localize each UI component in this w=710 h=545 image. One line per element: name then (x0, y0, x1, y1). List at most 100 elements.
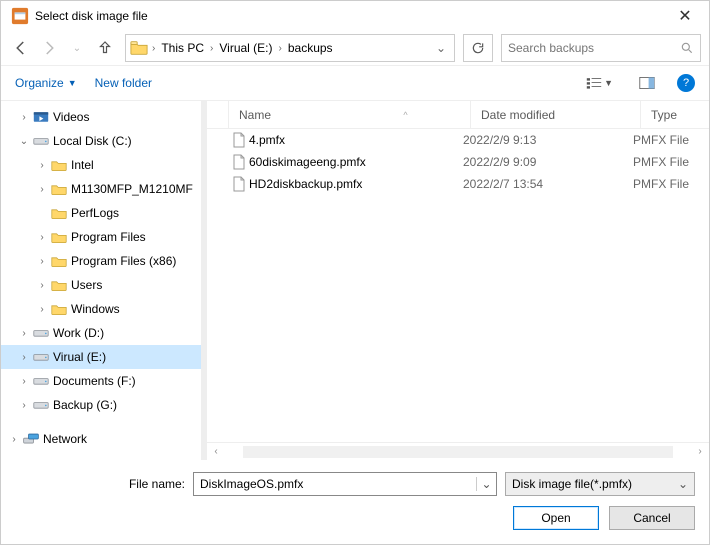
file-row[interactable]: 4.pmfx2022/2/9 9:13PMFX File (207, 129, 709, 151)
file-date: 2022/2/9 9:09 (463, 155, 633, 169)
expand-icon[interactable] (35, 160, 49, 171)
tree-item[interactable]: Network (1, 427, 201, 451)
new-folder-button[interactable]: New folder (95, 76, 152, 90)
tree-item-label: Windows (69, 302, 120, 316)
chevron-down-icon: ⌄ (678, 477, 688, 491)
splitter[interactable] (201, 101, 207, 460)
expand-icon[interactable] (17, 352, 31, 363)
select-all-checkbox[interactable] (207, 101, 229, 128)
expand-icon[interactable] (17, 136, 31, 147)
scrollbar-track[interactable] (243, 446, 673, 458)
tree-item[interactable]: Users (1, 273, 201, 297)
horizontal-scrollbar[interactable]: ‹ › (207, 442, 709, 460)
folder-icon (49, 255, 69, 267)
back-button[interactable] (9, 36, 33, 60)
refresh-button[interactable] (463, 34, 493, 62)
filename-input[interactable] (194, 477, 476, 491)
file-icon (229, 176, 249, 192)
forward-button[interactable] (37, 36, 61, 60)
expand-icon[interactable] (35, 256, 49, 267)
file-type: PMFX File (633, 177, 709, 191)
expand-icon[interactable] (35, 304, 49, 315)
folder-icon (49, 279, 69, 291)
organize-menu[interactable]: Organize▼ (15, 76, 77, 90)
folder-icon (49, 231, 69, 243)
file-name: 4.pmfx (249, 133, 463, 147)
expand-icon[interactable] (17, 328, 31, 339)
breadcrumb-dropdown[interactable]: ⌄ (430, 41, 452, 55)
close-button[interactable]: ✕ (665, 1, 705, 31)
tree-item-label: Program Files (x86) (69, 254, 176, 268)
tree-item[interactable]: Backup (G:) (1, 393, 201, 417)
tree-item[interactable]: Videos (1, 105, 201, 129)
breadcrumb[interactable]: › This PC › Virual (E:) › backups ⌄ (125, 34, 455, 62)
col-name[interactable]: Name^ (229, 101, 471, 128)
file-icon (229, 132, 249, 148)
file-header: Name^ Date modified Type (207, 101, 709, 129)
chevron-right-icon[interactable]: › (150, 43, 157, 54)
expand-icon[interactable] (7, 434, 21, 445)
expand-icon[interactable] (35, 232, 49, 243)
tree-item[interactable]: Virual (E:) (1, 345, 201, 369)
tree-item[interactable]: Local Disk (C:) (1, 129, 201, 153)
tree-item-label: Local Disk (C:) (51, 134, 132, 148)
expand-icon[interactable] (17, 400, 31, 411)
drive-icon (31, 375, 51, 387)
up-button[interactable] (93, 36, 117, 60)
file-row[interactable]: HD2diskbackup.pmfx2022/2/7 13:54PMFX Fil… (207, 173, 709, 195)
search-input[interactable] (508, 41, 680, 55)
nav-bar: ⌄ › This PC › Virual (E:) › backups ⌄ (1, 31, 709, 65)
file-icon (229, 154, 249, 170)
recent-dropdown[interactable]: ⌄ (65, 36, 89, 60)
expand-icon[interactable] (35, 184, 49, 195)
filetype-filter[interactable]: Disk image file(*.pmfx) ⌄ (505, 472, 695, 496)
tree-item[interactable]: Work (D:) (1, 321, 201, 345)
tree-item-label: Virual (E:) (51, 350, 106, 364)
drive-icon (31, 351, 51, 363)
tree-item[interactable]: Intel (1, 153, 201, 177)
tree-item[interactable]: PerfLogs (1, 201, 201, 225)
folder-icon (49, 159, 69, 171)
folder-icon (128, 37, 150, 59)
tree-item[interactable]: Program Files (x86) (1, 249, 201, 273)
preview-pane-button[interactable] (635, 76, 659, 90)
chevron-down-icon[interactable]: ⌄ (476, 477, 496, 491)
folder-icon (49, 183, 69, 195)
file-name: 60diskimageeng.pmfx (249, 155, 463, 169)
open-button[interactable]: Open (513, 506, 599, 530)
tree-item-label: PerfLogs (69, 206, 119, 220)
expand-icon[interactable] (35, 280, 49, 291)
filename-combobox[interactable]: ⌄ (193, 472, 497, 496)
drive-icon (31, 399, 51, 411)
expand-icon[interactable] (17, 376, 31, 387)
tree-item-label: Program Files (69, 230, 146, 244)
file-list[interactable]: 4.pmfx2022/2/9 9:13PMFX File60diskimagee… (207, 129, 709, 442)
toolbar: Organize▼ New folder ▼ ? (1, 65, 709, 101)
tree-item-label: Backup (G:) (51, 398, 117, 412)
cancel-button[interactable]: Cancel (609, 506, 695, 530)
expand-icon[interactable] (17, 112, 31, 123)
view-mode-button[interactable]: ▼ (582, 76, 617, 90)
tree-item[interactable]: Documents (F:) (1, 369, 201, 393)
tree-item[interactable]: M1130MFP_M1210MF (1, 177, 201, 201)
breadcrumb-seg[interactable]: Virual (E:) (215, 41, 276, 55)
footer: File name: ⌄ Disk image file(*.pmfx) ⌄ O… (1, 460, 709, 544)
titlebar: Select disk image file ✕ (1, 1, 709, 31)
breadcrumb-seg[interactable]: backups (284, 41, 337, 55)
help-button[interactable]: ? (677, 74, 695, 92)
col-type[interactable]: Type (641, 101, 709, 128)
videos-icon (31, 110, 51, 124)
scroll-left-icon[interactable]: ‹ (207, 446, 225, 457)
tree-item[interactable]: Program Files (1, 225, 201, 249)
chevron-right-icon[interactable]: › (277, 43, 284, 54)
folder-icon (49, 303, 69, 315)
col-date[interactable]: Date modified (471, 101, 641, 128)
tree-item-label: Work (D:) (51, 326, 104, 340)
file-row[interactable]: 60diskimageeng.pmfx2022/2/9 9:09PMFX Fil… (207, 151, 709, 173)
chevron-right-icon[interactable]: › (208, 43, 215, 54)
scroll-right-icon[interactable]: › (691, 446, 709, 457)
search-box[interactable] (501, 34, 701, 62)
tree-item[interactable]: Windows (1, 297, 201, 321)
folder-tree[interactable]: Videos Local Disk (C:) IntelM1130MFP_M1210… (1, 101, 201, 455)
breadcrumb-seg[interactable]: This PC (157, 41, 208, 55)
